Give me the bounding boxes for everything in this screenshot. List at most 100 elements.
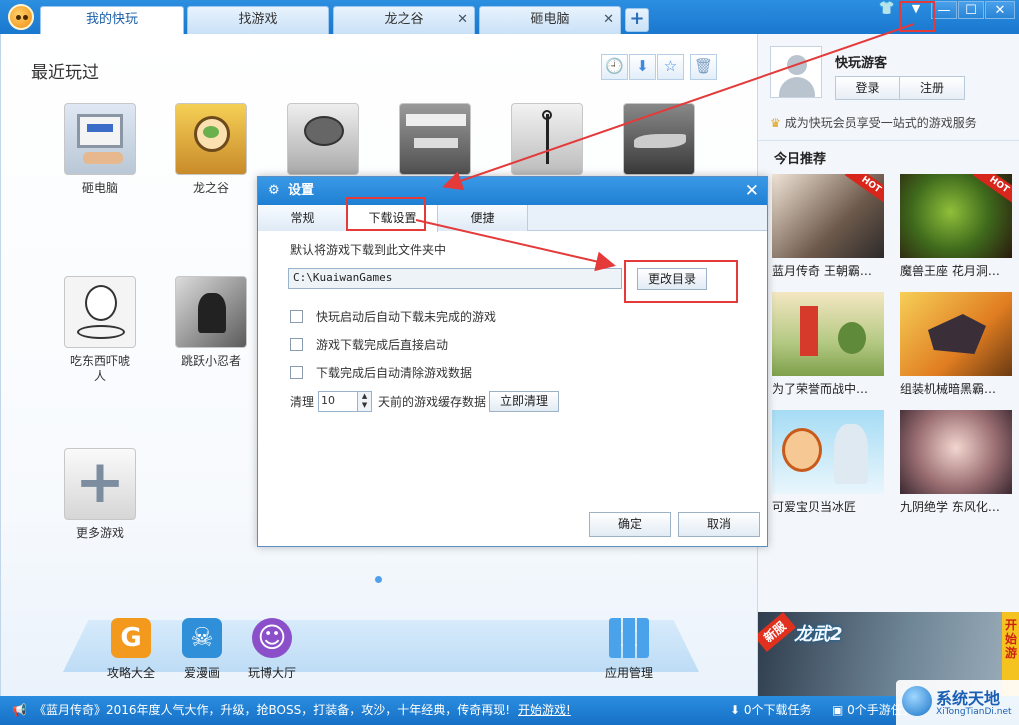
download-icon[interactable]: ⬇	[629, 54, 656, 80]
option-auto-download[interactable]: 快玩启动后自动下载未完成的游戏	[290, 308, 496, 325]
game-thumbnail	[623, 103, 695, 175]
maximize-button[interactable]: ☐	[958, 1, 984, 19]
stepper-arrows-icon[interactable]: ▲ ▼	[357, 392, 372, 411]
game-thumbnail	[511, 103, 583, 175]
site-watermark: 系统天地 XiTongTianDi.net	[896, 680, 1019, 725]
recent-toolbar: 🕘 ⬇ ☆ 🗑	[601, 54, 717, 80]
close-button[interactable]: ✕	[985, 1, 1015, 19]
cancel-button[interactable]: 取消	[678, 512, 760, 537]
clean-prefix: 清理	[290, 395, 315, 409]
rec-thumbnail	[772, 292, 884, 376]
tab-zadiannao[interactable]: 砸电脑 ✕	[479, 6, 621, 34]
dock-item-guides[interactable]: G 攻略大全	[99, 618, 163, 681]
start-game-link[interactable]: 开始游戏!	[518, 696, 571, 725]
rec-item-jiuyin[interactable]: 九阴绝学 东风化…	[900, 410, 1012, 515]
close-icon[interactable]: ✕	[603, 7, 614, 33]
game-tile-zadiannao[interactable]: 砸电脑	[58, 103, 142, 196]
game-tile[interactable]	[393, 103, 477, 181]
dock-label: 玩博大厅	[247, 666, 296, 680]
divider	[758, 140, 1019, 141]
game-tile-tiaoyue-ninja[interactable]: 跳跃小忍者	[169, 276, 253, 369]
new-server-tag: 新服	[758, 612, 796, 652]
game-tile[interactable]	[617, 103, 701, 181]
close-icon[interactable]: ✕	[457, 7, 468, 33]
dialog-title: 设置	[288, 183, 315, 198]
rec-label: 九阴绝学 东风化…	[900, 500, 1000, 514]
rec-item-lanyue[interactable]: HOT 蓝月传奇 王朝霸…	[772, 174, 884, 279]
dock-label: 攻略大全	[106, 666, 155, 680]
hot-badge: HOT	[844, 174, 884, 207]
crown-icon: ♛	[770, 116, 781, 130]
status-bar: 📢 《蓝月传奇》2016年度人气大作，升级，抢BOSS，打装备，攻沙，十年经典，…	[0, 696, 1019, 725]
option-auto-launch[interactable]: 游戏下载完成后直接启动	[290, 336, 448, 353]
vip-promo-link[interactable]: ♛ 成为快玩会员享受一站式的游戏服务	[770, 114, 977, 131]
add-tab-button[interactable]: +	[625, 8, 649, 32]
rec-item-baobei[interactable]: 可爱宝贝当冰匠	[772, 410, 884, 515]
banner-title: 龙武2	[794, 624, 843, 645]
today-recommend-title: 今日推荐	[774, 152, 827, 167]
download-tasks[interactable]: ⬇ 0个下载任务	[730, 696, 812, 725]
page-indicator[interactable]	[375, 576, 382, 583]
tab-longzhigu[interactable]: 龙之谷 ✕	[333, 6, 475, 34]
game-thumbnail	[64, 276, 136, 348]
game-thumbnail	[175, 103, 247, 175]
days-value[interactable]: 10	[319, 392, 357, 411]
rec-item-moshou[interactable]: HOT 魔兽王座 花月洞…	[900, 174, 1012, 279]
rec-thumbnail	[900, 410, 1012, 494]
trash-icon[interactable]: 🗑	[690, 54, 717, 80]
rec-thumbnail	[772, 410, 884, 494]
tab-my-kuaiwan[interactable]: 我的快玩	[40, 6, 184, 34]
android-icon: ▣	[832, 703, 848, 717]
tab-shortcuts[interactable]: 便捷	[438, 205, 528, 231]
game-tile-chidongxi[interactable]: 吃东西吓唬 人	[58, 276, 142, 384]
history-icon[interactable]: 🕘	[601, 54, 628, 80]
game-label: 龙之谷	[192, 181, 229, 195]
dock-item-comics[interactable]: ☠ 爱漫画	[170, 618, 234, 681]
sidebar: 快玩游客 登录 注册 ♛ 成为快玩会员享受一站式的游戏服务 今日推荐 HOT 蓝月…	[757, 34, 1019, 696]
checkbox[interactable]	[290, 338, 303, 351]
game-tile[interactable]	[505, 103, 589, 181]
hot-badge: HOT	[972, 174, 1012, 207]
tab-general[interactable]: 常规	[258, 205, 348, 231]
register-button[interactable]: 注册	[900, 76, 965, 100]
rec-item-rongyu[interactable]: 为了荣誉而战中…	[772, 292, 884, 397]
avatar[interactable]	[770, 46, 822, 98]
game-label: 吃东西吓唬 人	[69, 354, 130, 383]
game-tile-longzhigu[interactable]: 龙之谷	[169, 103, 253, 196]
rec-thumbnail: HOT	[900, 174, 1012, 258]
title-bar: 我的快玩 找游戏 龙之谷 ✕ 砸电脑 ✕ + 👕 ▼ — ☐ ✕	[0, 0, 1019, 34]
rec-label: 为了荣誉而战中…	[772, 382, 869, 396]
checkbox[interactable]	[290, 310, 303, 323]
download-path-input[interactable]: C:\KuaiwanGames	[288, 268, 622, 289]
days-stepper[interactable]: 10 ▲ ▼	[318, 391, 373, 412]
dock-item-lobby[interactable]: ☺ 玩博大厅	[240, 618, 304, 681]
more-games-tile[interactable]: + 更多游戏	[58, 448, 142, 541]
clean-now-button[interactable]: 立即清理	[489, 391, 560, 412]
close-icon[interactable]: ✕	[745, 177, 759, 205]
checkbox[interactable]	[290, 366, 303, 379]
rec-item-zuzhuang[interactable]: 组装机械暗黑霸…	[900, 292, 1012, 397]
watermark-url: XiTongTianDi.net	[936, 707, 1012, 717]
clean-suffix: 天前的游戏缓存数据	[378, 395, 487, 409]
favorite-icon[interactable]: ☆	[657, 54, 684, 80]
annotation-box-menu	[899, 1, 935, 32]
vip-text: 成为快玩会员享受一站式的游戏服务	[784, 116, 977, 130]
game-tile[interactable]	[281, 103, 365, 181]
plus-icon: +	[64, 448, 136, 520]
game-label: 跳跃小忍者	[180, 354, 241, 368]
login-button[interactable]: 登录	[835, 76, 900, 100]
dock-label: 爱漫画	[183, 666, 220, 680]
option-auto-clean[interactable]: 下载完成后自动清除游戏数据	[290, 364, 472, 381]
news-ticker[interactable]: 《蓝月传奇》2016年度人气大作，升级，抢BOSS，打装备，攻沙，十年经典，传奇…	[34, 696, 510, 725]
skin-icon[interactable]: 👕	[874, 0, 900, 20]
option-label: 下载完成后自动清除游戏数据	[316, 366, 473, 380]
download-icon: ⬇	[730, 703, 744, 717]
guest-name: 快玩游客	[835, 56, 888, 71]
tab-find-games[interactable]: 找游戏	[187, 6, 329, 34]
dialog-tabs: 常规 下载设置 便捷	[258, 205, 767, 232]
dock-item-app-manager[interactable]: 应用管理	[597, 618, 661, 681]
ok-button[interactable]: 确定	[589, 512, 671, 537]
dialog-title-bar[interactable]: ⚙ 设置 ✕	[258, 177, 767, 205]
cache-clean-row: 清理 10 ▲ ▼ 天前的游戏缓存数据 立即清理	[290, 391, 560, 412]
game-label: 更多游戏	[75, 526, 124, 540]
